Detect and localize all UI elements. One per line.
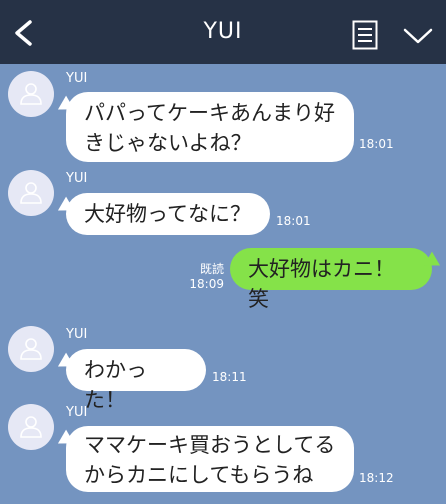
notes-icon[interactable] <box>352 20 378 50</box>
message-bubble[interactable]: 大好物はカニ！笑 <box>230 248 432 311</box>
person-icon <box>20 416 42 438</box>
read-receipt: 既読 18:09 <box>186 262 224 292</box>
message-time: 18:12 <box>359 471 394 485</box>
message-bubble[interactable]: わかった！ <box>66 349 206 412</box>
message-bubble[interactable]: 大好物ってなに？ <box>66 193 270 235</box>
avatar[interactable] <box>8 71 54 117</box>
message-time: 18:09 <box>189 277 224 291</box>
avatar[interactable] <box>8 404 54 450</box>
message-bubble[interactable]: パパってケーキあんまり好 きじゃないよね？ <box>66 92 354 162</box>
message-time: 18:11 <box>212 370 247 384</box>
sender-name: YUI <box>66 171 88 186</box>
avatar[interactable] <box>8 170 54 216</box>
read-label: 既読 <box>199 262 224 276</box>
person-icon <box>20 83 42 105</box>
message-time: 18:01 <box>359 137 394 151</box>
person-icon <box>20 182 42 204</box>
sender-name: YUI <box>66 405 88 420</box>
chevron-down-icon[interactable] <box>402 26 434 46</box>
chat-title: YUI <box>203 19 243 44</box>
sender-name: YUI <box>66 327 88 342</box>
chat-header: YUI <box>0 0 446 64</box>
message-time: 18:01 <box>276 214 311 228</box>
person-icon <box>20 338 42 360</box>
sender-name: YUI <box>66 71 88 86</box>
message-bubble[interactable]: ママケーキ買おうとしてる からカニにしてもらうね <box>66 426 354 492</box>
avatar[interactable] <box>8 326 54 372</box>
